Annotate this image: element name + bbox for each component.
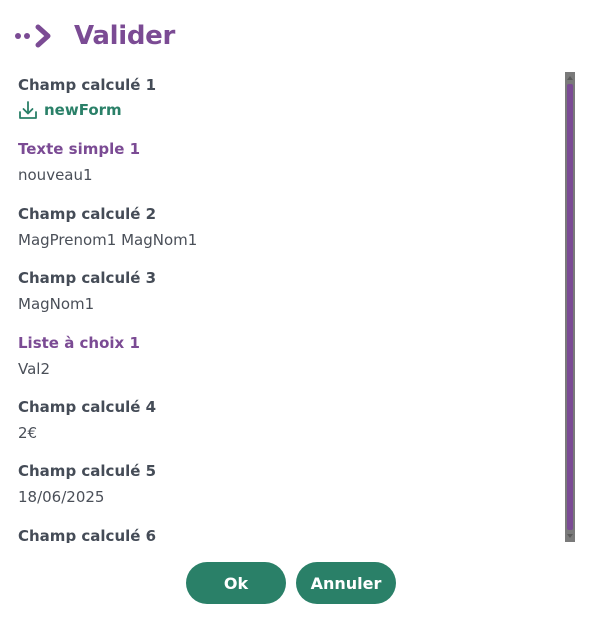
field-value: MagPrenom1 MagNom1: [18, 231, 198, 249]
field-label: Champ calculé 5: [18, 462, 157, 480]
field-label: Champ calculé 6: [18, 527, 157, 543]
download-link[interactable]: newForm: [18, 100, 156, 120]
field-label: Champ calculé 3: [18, 269, 157, 287]
field-value: 18/06/2025: [18, 488, 105, 506]
field-champ-calcule-4: Champ calculé 4 2€: [18, 398, 156, 442]
dialog-header: Valider: [14, 18, 175, 54]
cancel-button[interactable]: Annuler: [296, 562, 396, 604]
field-champ-calcule-5: Champ calculé 5 18/06/2025: [18, 462, 156, 506]
scroll-down-arrow-icon[interactable]: [566, 532, 574, 540]
scroll-up-arrow-icon[interactable]: [566, 74, 574, 82]
ok-button[interactable]: Ok: [186, 562, 286, 604]
field-champ-calcule-2: Champ calculé 2 MagPrenom1 MagNom1: [18, 205, 197, 249]
field-value: Val2: [18, 360, 50, 378]
chevron-dots-icon: [15, 24, 51, 48]
field-texte-simple-1: Texte simple 1 nouveau1: [18, 140, 140, 184]
field-champ-calcule-1: Champ calculé 1 newForm: [18, 76, 156, 120]
field-value: MagNom1: [18, 295, 95, 313]
field-label: Champ calculé 1: [18, 76, 157, 94]
dialog-title: Valider: [74, 21, 176, 51]
scrollbar-thumb[interactable]: [567, 84, 573, 530]
download-link-label: newForm: [44, 101, 122, 119]
field-champ-calcule-6: Champ calculé 6: [18, 527, 156, 543]
field-label: Texte simple 1: [18, 140, 141, 158]
download-icon: [19, 101, 37, 119]
vertical-scrollbar[interactable]: [565, 72, 575, 542]
field-value: 2€: [18, 424, 38, 442]
dialog-buttons: Ok Annuler: [186, 562, 396, 604]
field-label: Champ calculé 2: [18, 205, 157, 223]
validate-dialog: Valider Champ calculé 1 newForm Texte si…: [0, 0, 593, 617]
field-liste-a-choix-1: Liste à choix 1 Val2: [18, 334, 140, 378]
field-label: Champ calculé 4: [18, 398, 157, 416]
form-content[interactable]: Champ calculé 1 newForm Texte simple 1 n…: [0, 70, 566, 543]
field-champ-calcule-3: Champ calculé 3 MagNom1: [18, 269, 156, 313]
field-label: Liste à choix 1: [18, 334, 140, 352]
field-value: nouveau1: [18, 166, 93, 184]
